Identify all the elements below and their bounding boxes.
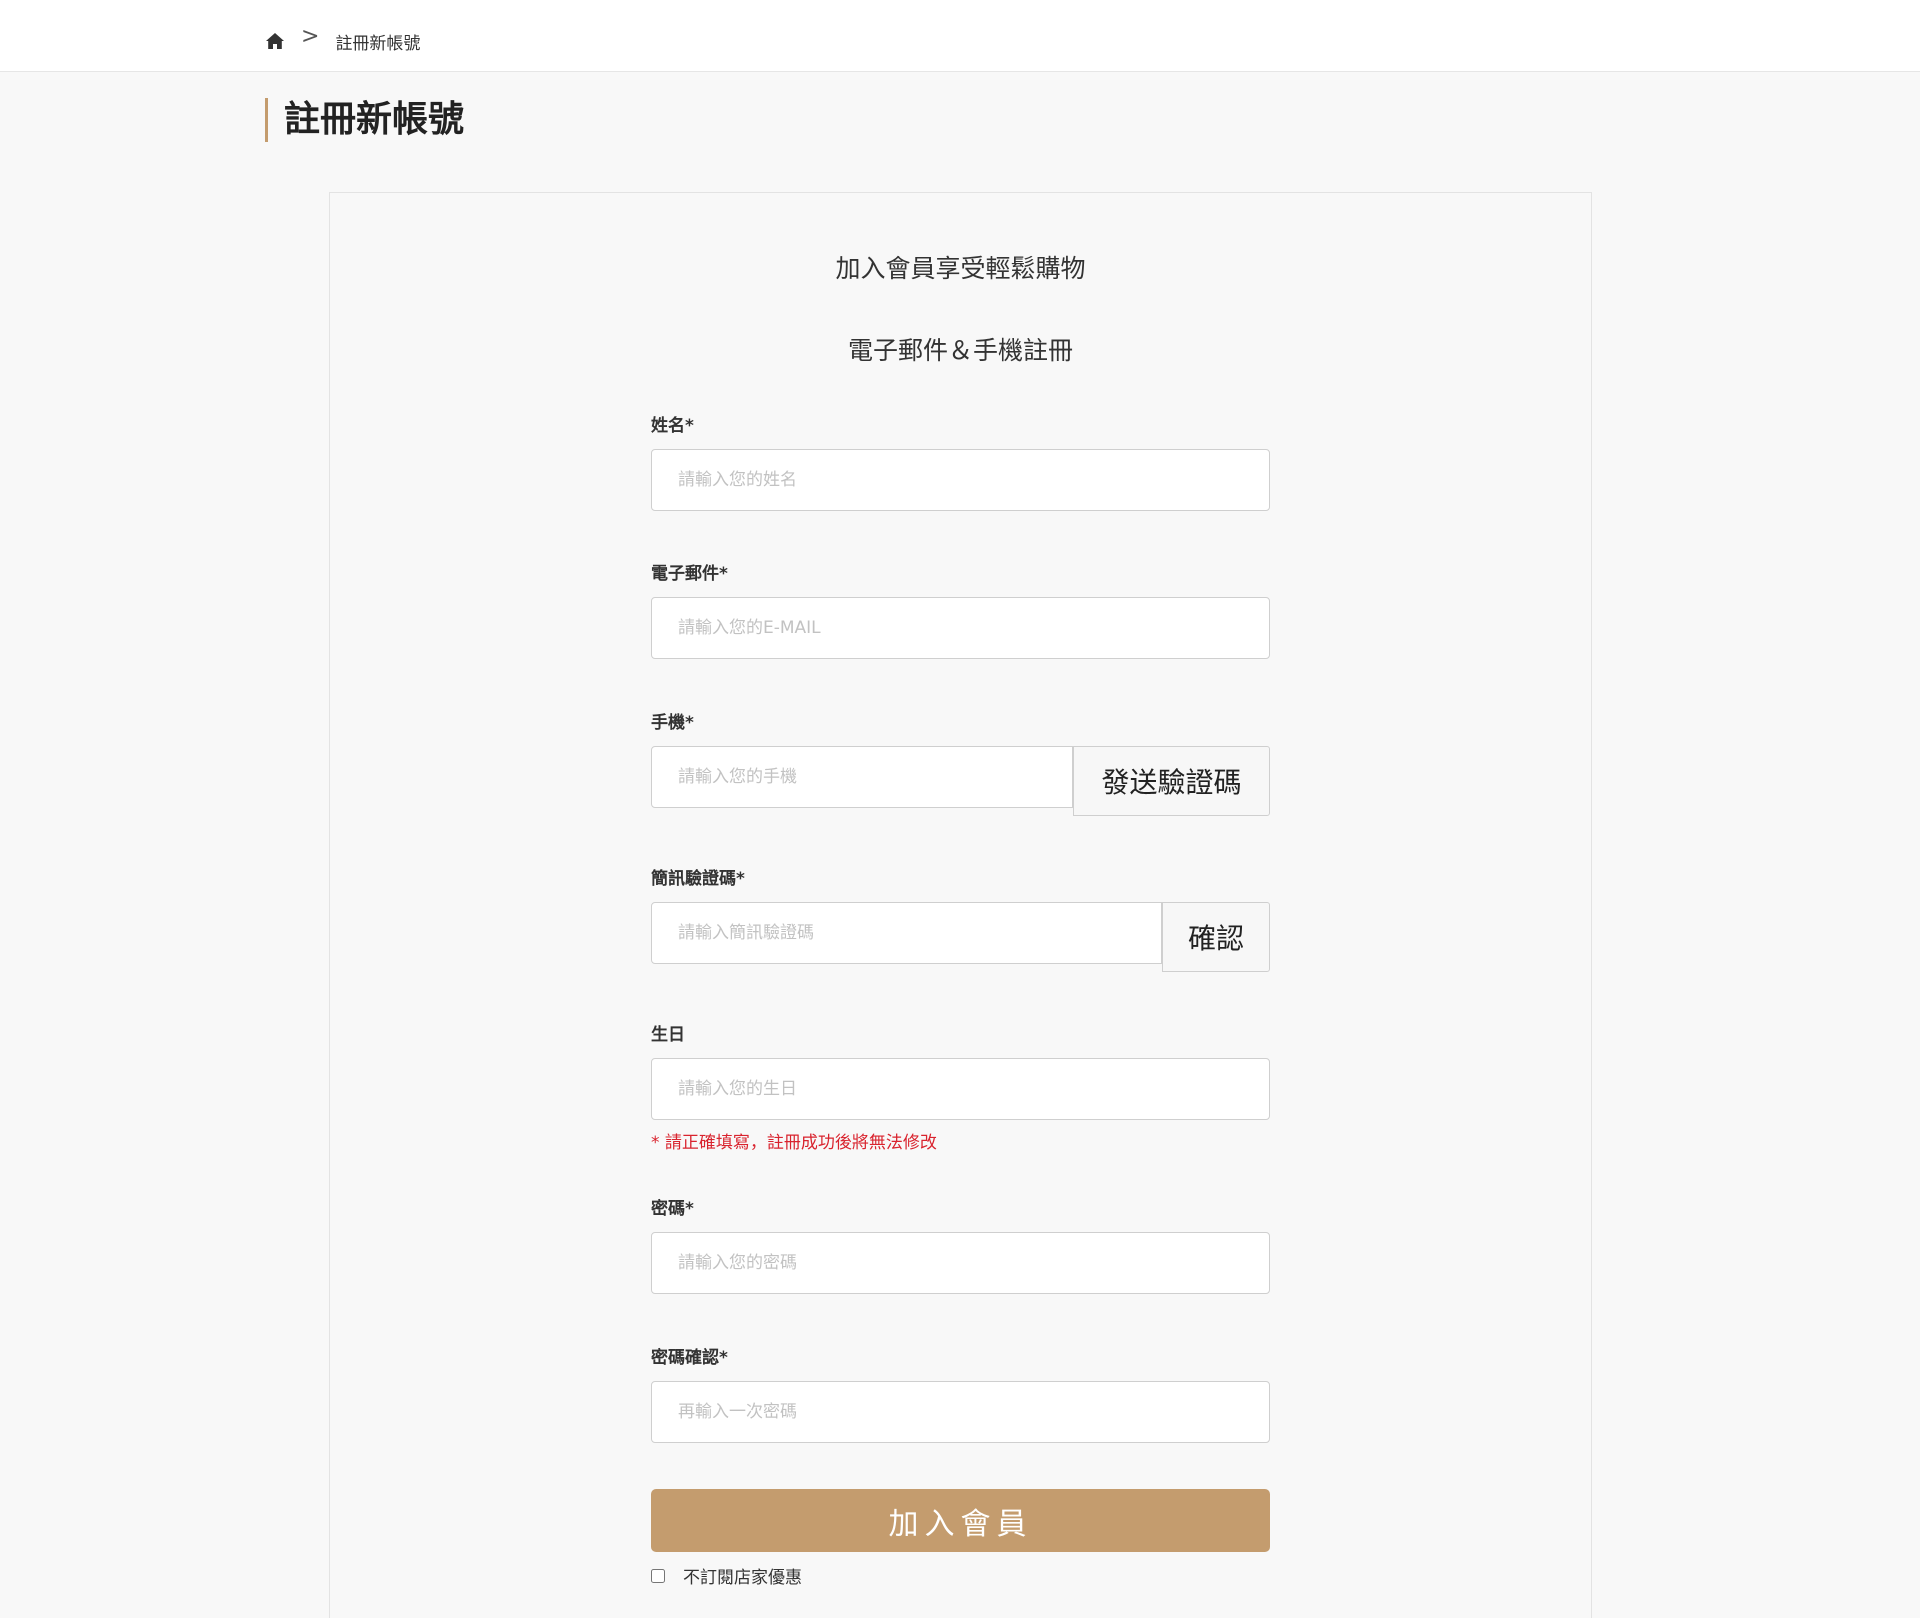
confirm-code-button[interactable]: 確認 [1162,902,1270,972]
top-bar: > 註冊新帳號 [0,0,1920,72]
password-confirm-input[interactable] [651,1381,1270,1443]
optout-checkbox[interactable] [651,1568,665,1583]
email-label: 電子郵件* [651,564,728,584]
password-input[interactable] [651,1232,1270,1294]
breadcrumb-current: 註冊新帳號 [335,33,421,54]
page-title: 註冊新帳號 [265,98,464,142]
phone-field-group: 手機* 發送驗證碼 [651,708,1270,816]
form-subheading: 電子郵件＆手機註冊 [847,336,1073,365]
password-field-group: 密碼* [651,1194,1270,1294]
sms-code-input[interactable] [651,902,1162,964]
form-heading: 加入會員享受輕鬆購物 [835,254,1086,283]
name-input[interactable] [651,449,1270,511]
breadcrumb: > 註冊新帳號 [265,23,421,56]
name-label: 姓名* [651,416,694,436]
send-code-button[interactable]: 發送驗證碼 [1073,746,1270,816]
optout-label: 不訂閱店家優惠 [683,1568,802,1588]
password-confirm-field-group: 密碼確認* [651,1343,1270,1443]
birthday-field-group: 生日 * 請正確填寫，註冊成功後將無法修改 [651,1020,1270,1153]
password-label: 密碼* [651,1199,694,1219]
email-field-group: 電子郵件* [651,559,1270,659]
join-member-button[interactable]: 加入會員 [651,1489,1270,1552]
phone-input[interactable] [651,746,1073,808]
birthday-input[interactable] [651,1058,1270,1120]
sms-code-field-group: 簡訊驗證碼* 確認 [651,864,1270,972]
phone-label: 手機* [651,713,694,733]
password-confirm-label: 密碼確認* [651,1348,728,1368]
birthday-label: 生日 [651,1025,685,1045]
name-field-group: 姓名* [651,411,1270,511]
register-card: 加入會員享受輕鬆購物 電子郵件＆手機註冊 姓名* 電子郵件* 手機* 發送驗證碼… [329,192,1592,1618]
home-icon[interactable] [265,32,285,50]
breadcrumb-separator: > [301,23,320,49]
sms-code-label: 簡訊驗證碼* [651,869,745,889]
optout-row: 不訂閱店家優惠 [651,1563,802,1588]
birthday-note: * 請正確填寫，註冊成功後將無法修改 [651,1133,937,1153]
email-input[interactable] [651,597,1270,659]
